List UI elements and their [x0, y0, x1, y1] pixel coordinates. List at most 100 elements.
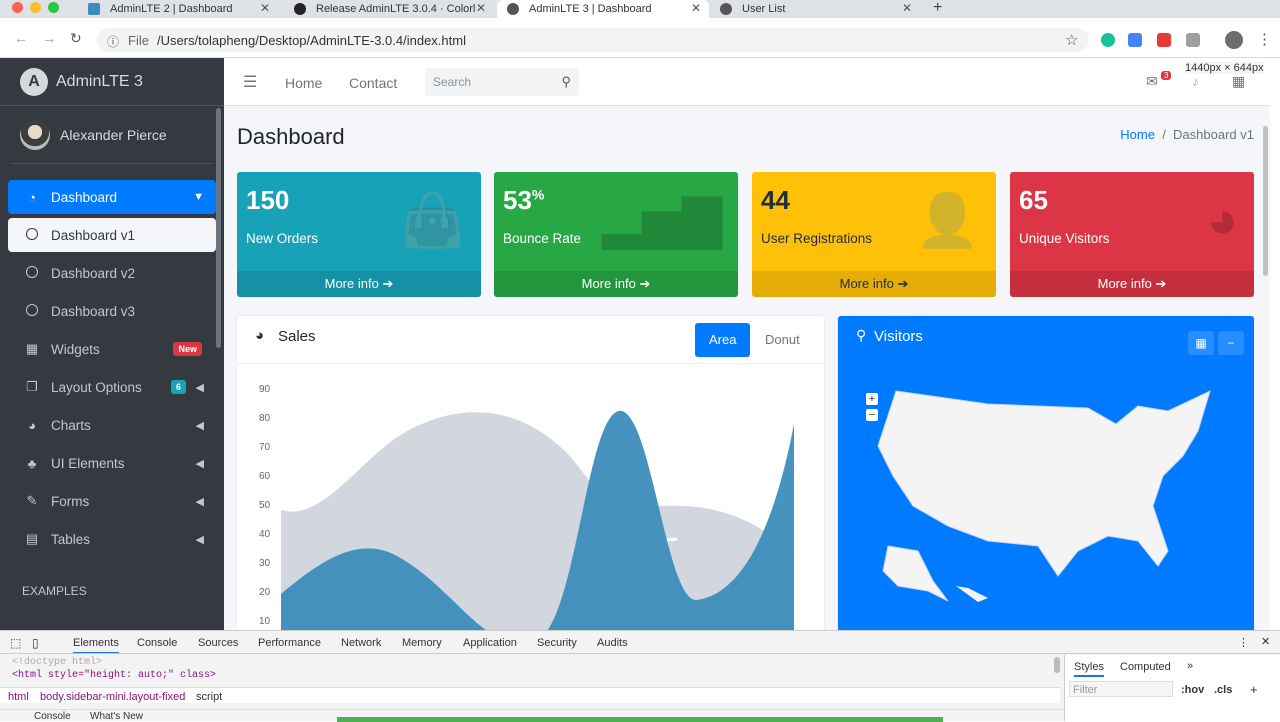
dom-line-html[interactable]: <html style="height: auto;" class> [12, 670, 216, 681]
pie-chart-icon: ◕ [28, 417, 36, 433]
devtools-tab-sources[interactable]: Sources [198, 637, 238, 649]
url-path: /Users/tolapheng/Desktop/AdminLTE-3.0.4/… [156, 33, 466, 48]
devtools-tab-memory[interactable]: Memory [402, 637, 442, 649]
maximize-window-button[interactable] [48, 2, 59, 13]
more-info-link[interactable]: More info ➔ [237, 271, 481, 297]
devtools-tab-audits[interactable]: Audits [597, 637, 628, 649]
breadcrumb-current: Dashboard v1 [1173, 127, 1254, 142]
back-icon[interactable]: ← [14, 30, 28, 46]
count-badge: 6 [170, 380, 186, 394]
browser-tab-3[interactable]: AdminLTE 3 | Dashboard ✕ [497, 0, 709, 18]
translate-extension-icon[interactable] [1128, 33, 1142, 47]
devtools-tab-elements[interactable]: Elements [73, 637, 119, 654]
close-icon[interactable]: ✕ [902, 1, 912, 15]
dom-tree-scrollbar[interactable] [1054, 657, 1060, 673]
close-icon[interactable]: ✕ [691, 1, 701, 15]
browser-tab-4[interactable]: User List ✕ [710, 0, 920, 18]
user-panel[interactable]: Alexander Pierce [10, 106, 214, 164]
crumb-body[interactable]: body.sidebar-mini.layout-fixed [40, 691, 185, 703]
styles-tab[interactable]: Styles [1074, 661, 1104, 677]
nav-link-contact[interactable]: Contact [349, 75, 397, 91]
computed-tab[interactable]: Computed [1120, 661, 1171, 673]
dom-line-doctype[interactable]: <!doctype html> [12, 657, 102, 668]
devtools-tab-security[interactable]: Security [537, 637, 577, 649]
sidebar-item-dashboard-v3[interactable]: Dashboard v3 [8, 294, 216, 328]
calendar-icon[interactable]: ▦ [1188, 331, 1214, 355]
collapse-minus-icon[interactable]: − [1218, 331, 1244, 355]
minimize-window-button[interactable] [30, 2, 41, 13]
sidebar-item-ui-elements[interactable]: ♣ UI Elements ◀ [8, 446, 216, 480]
video-extension-icon[interactable] [1157, 33, 1171, 47]
breadcrumb: Home / Dashboard v1 [1120, 127, 1254, 142]
hamburger-menu-icon[interactable]: ☰ [243, 72, 257, 92]
forward-icon[interactable]: → [42, 30, 56, 46]
browser-tab-1[interactable]: AdminLTE 2 | Dashboard ✕ [78, 0, 278, 18]
search-input[interactable]: Search ⚲ [425, 68, 579, 96]
grammarly-extension-icon[interactable] [1101, 33, 1115, 47]
bell-icon[interactable]: ♪ [1192, 73, 1199, 89]
sales-card: ◕ Sales Area Donut 90 80 70 60 50 40 30 20 10 [237, 316, 824, 630]
info-icon[interactable]: ⓘ [107, 33, 119, 50]
breadcrumb-separator: / [1158, 127, 1174, 142]
pie-chart-icon: ◕ [1206, 191, 1238, 249]
inspect-element-icon[interactable]: ⬚ [10, 636, 21, 650]
more-info-link[interactable]: More info ➔ [1010, 271, 1254, 297]
close-icon[interactable]: ✕ [476, 1, 486, 15]
devtools-tab-network[interactable]: Network [341, 637, 381, 649]
page-extension-icon[interactable] [1186, 33, 1200, 47]
sidebar-scrollbar[interactable] [216, 108, 221, 348]
sidebar-item-charts[interactable]: ◕ Charts ◀ [8, 408, 216, 442]
close-window-button[interactable] [12, 2, 23, 13]
browser-tab-2[interactable]: Release AdminLTE 3.0.4 · Colorl ✕ [284, 0, 494, 18]
profile-avatar[interactable] [1225, 31, 1243, 49]
sidebar-item-widgets[interactable]: ▦ Widgets New [8, 332, 216, 366]
brand-link[interactable]: A AdminLTE 3 [0, 58, 224, 106]
reload-icon[interactable]: ↻ [70, 30, 82, 47]
devtools-close-icon[interactable]: ✕ [1261, 635, 1270, 648]
devtools-tab-performance[interactable]: Performance [258, 637, 321, 649]
crumb-html[interactable]: html [8, 691, 29, 703]
tab-area[interactable]: Area [695, 323, 751, 357]
nav-link-home[interactable]: Home [285, 75, 322, 91]
device-toolbar-icon[interactable]: ▯ [32, 636, 39, 650]
devtools-menu-icon[interactable]: ⋮ [1238, 636, 1249, 649]
more-tabs-icon[interactable]: » [1187, 660, 1193, 672]
more-info-link[interactable]: More info ➔ [752, 271, 996, 297]
drawer-tab-whats-new[interactable]: What's New [90, 711, 143, 722]
hover-state-toggle[interactable]: :hov [1181, 684, 1204, 696]
styles-filter-input[interactable]: Filter [1069, 681, 1173, 697]
chevron-left-icon: ◀ [195, 381, 204, 394]
filter-placeholder: Filter [1073, 684, 1098, 696]
styles-pane: Styles Computed » Filter :hov .cls + [1064, 655, 1280, 721]
sidebar-item-forms[interactable]: ✎ Forms ◀ [8, 484, 216, 518]
messages-icon[interactable]: ✉ [1146, 73, 1158, 90]
close-icon[interactable]: ✕ [260, 1, 270, 15]
more-info-link[interactable]: More info ➔ [494, 271, 738, 297]
sidebar-item-layout-options[interactable]: ❐ Layout Options 6 ◀ [8, 370, 216, 404]
devtools-tab-application[interactable]: Application [463, 637, 517, 649]
info-box-label: New Orders [246, 231, 319, 246]
y-tick-label: 30 [259, 558, 271, 569]
chevron-left-icon: ◀ [195, 495, 204, 508]
sidebar-item-tables[interactable]: ▤ Tables ◀ [8, 522, 216, 556]
tab-donut[interactable]: Donut [751, 323, 814, 357]
content-scrollbar[interactable] [1263, 126, 1268, 276]
add-rule-icon[interactable]: + [1250, 682, 1258, 697]
search-icon[interactable]: ⚲ [561, 74, 571, 90]
class-toggle[interactable]: .cls [1214, 684, 1232, 696]
new-tab-button[interactable]: + [933, 0, 942, 17]
url-text[interactable]: File/Users/tolapheng/Desktop/AdminLTE-3.… [128, 33, 466, 48]
sidebar-item-dashboard[interactable]: ◔ Dashboard ▼ [8, 180, 216, 214]
bookmark-star-icon[interactable]: ☆ [1065, 31, 1078, 49]
apps-grid-icon[interactable]: ▦ [1232, 73, 1245, 90]
sidebar-item-dashboard-v2[interactable]: Dashboard v2 [8, 256, 216, 290]
crumb-script[interactable]: script [196, 691, 222, 703]
browser-menu-icon[interactable]: ⋮ [1257, 30, 1272, 48]
drawer-tab-console[interactable]: Console [34, 711, 71, 722]
breadcrumb-home[interactable]: Home [1120, 127, 1155, 142]
sidebar-item-label: Dashboard v2 [51, 265, 136, 281]
devtools-tab-console[interactable]: Console [137, 637, 177, 649]
sidebar-item-dashboard-v1[interactable]: Dashboard v1 [8, 218, 216, 252]
circle-icon [24, 265, 40, 281]
chevron-left-icon: ◀ [195, 457, 204, 470]
